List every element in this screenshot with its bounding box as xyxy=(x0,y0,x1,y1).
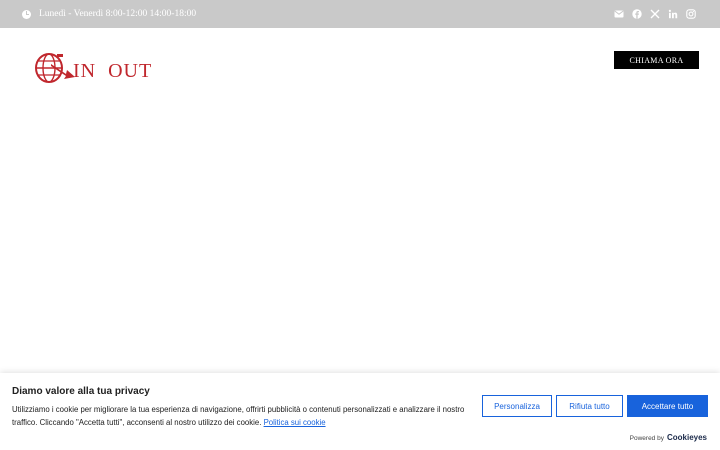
logo-text-in: IN xyxy=(73,59,97,82)
logo-wordmark: IN OUT xyxy=(73,60,164,83)
top-info-bar: Lunedì - Venerdì 8:00-12:00 14:00-18:00 xyxy=(0,0,720,28)
site-header: IN OUT CHIAMA ORA xyxy=(0,28,720,98)
cookie-description: Utilizziamo i cookie per migliorare la t… xyxy=(12,404,482,429)
logo-text-out: OUT xyxy=(108,59,153,82)
x-twitter-icon[interactable] xyxy=(650,9,660,19)
cookieyes-logo[interactable]: Cookieyes xyxy=(667,433,707,442)
opening-hours: Lunedì - Venerdì 8:00-12:00 14:00-18:00 xyxy=(22,9,196,19)
linkedin-icon[interactable] xyxy=(668,9,678,19)
customize-button[interactable]: Personalizza xyxy=(482,395,552,417)
cookie-policy-link[interactable]: Politica sui cookie xyxy=(264,418,326,427)
envelope-icon[interactable] xyxy=(614,9,624,19)
reject-all-button[interactable]: Rifiuta tutto xyxy=(556,395,623,417)
accept-all-button[interactable]: Accettare tutto xyxy=(627,395,708,417)
social-links xyxy=(614,9,698,19)
clock-icon xyxy=(22,9,31,19)
powered-by: Powered by Cookieyes xyxy=(630,433,707,442)
cookie-title: Diamo valore alla tua privacy xyxy=(12,386,150,397)
cookie-consent-banner: Diamo valore alla tua privacy Utilizziam… xyxy=(0,373,720,450)
cookie-description-text: Utilizziamo i cookie per migliorare la t… xyxy=(12,405,465,427)
opening-hours-text: Lunedì - Venerdì 8:00-12:00 14:00-18:00 xyxy=(39,9,197,19)
powered-by-label: Powered by xyxy=(629,435,664,442)
instagram-icon[interactable] xyxy=(686,9,696,19)
facebook-icon[interactable] xyxy=(632,9,642,19)
site-logo[interactable]: IN OUT xyxy=(33,50,164,86)
call-now-button[interactable]: CHIAMA ORA xyxy=(614,51,699,69)
